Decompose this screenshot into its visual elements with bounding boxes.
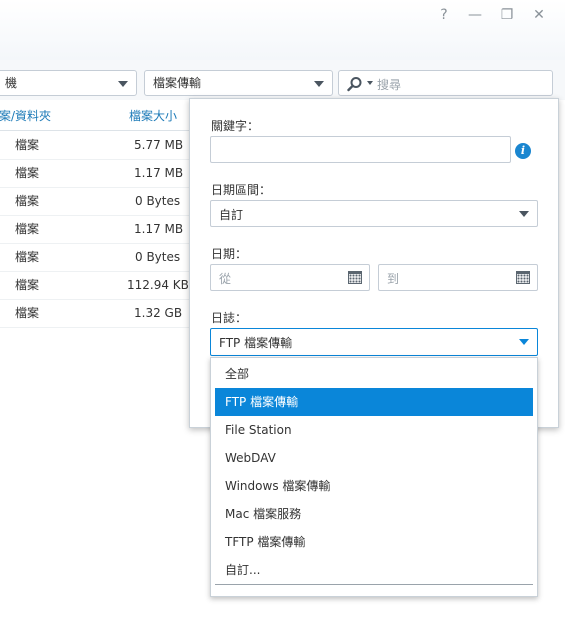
log-option[interactable]: TFTP 檔案傳輸: [215, 528, 533, 556]
minimize-icon[interactable]: —: [466, 6, 484, 24]
log-type-select[interactable]: FTP 檔案傳輸: [210, 328, 538, 356]
close-icon[interactable]: ✕: [530, 6, 548, 24]
row-size: 0 Bytes: [135, 194, 181, 208]
date-to-placeholder: 到: [387, 272, 400, 286]
host-filter-value: 機: [5, 76, 18, 90]
log-option-selected[interactable]: FTP 檔案傳輸: [215, 388, 533, 416]
row-type: 檔案: [15, 250, 40, 264]
search-input[interactable]: 搜尋: [338, 70, 553, 96]
log-option[interactable]: 全部: [215, 360, 533, 388]
date-range-select[interactable]: 自訂: [210, 200, 538, 227]
table-row[interactable]: 檔案 0 Bytes: [0, 243, 190, 272]
calendar-icon[interactable]: [516, 271, 530, 284]
restore-icon[interactable]: ❐: [498, 6, 516, 24]
row-type: 檔案: [15, 222, 40, 236]
row-type: 檔案: [15, 138, 40, 152]
date-range-value: 自訂: [219, 208, 244, 222]
table-row[interactable]: 檔案 5.77 MB: [0, 131, 190, 160]
date-range-label: 日期區間：: [211, 183, 272, 197]
row-size: 1.17 MB: [134, 222, 184, 236]
chevron-down-icon: [118, 81, 128, 87]
table-row[interactable]: 檔案 1.17 MB: [0, 159, 190, 188]
search-options-caret-icon[interactable]: [367, 81, 373, 85]
table-row[interactable]: 檔案 1.17 MB: [0, 215, 190, 244]
table-row[interactable]: 檔案 1.32 GB: [0, 299, 190, 328]
host-filter-select[interactable]: 機: [0, 70, 137, 96]
table-header: 案/資料夾 檔案大小: [0, 103, 190, 131]
row-size: 0 Bytes: [135, 250, 181, 264]
row-size: 1.17 MB: [134, 166, 184, 180]
help-icon[interactable]: ?: [435, 6, 453, 24]
chevron-down-icon: [314, 81, 324, 87]
date-from-input[interactable]: 從: [210, 264, 370, 291]
row-type: 檔案: [15, 306, 40, 320]
search-placeholder: 搜尋: [377, 78, 402, 92]
keyword-label: 關鍵字：: [211, 119, 260, 133]
keyword-input[interactable]: [210, 136, 511, 163]
row-size: 112.94 KB: [127, 278, 189, 292]
log-type-dropdown: 全部 FTP 檔案傳輸 File Station WebDAV Windows …: [210, 357, 538, 597]
log-option[interactable]: 自訂...: [215, 556, 533, 584]
log-option[interactable]: Windows 檔案傳輸: [215, 472, 533, 500]
log-option[interactable]: File Station: [215, 416, 533, 444]
log-label: 日誌：: [211, 311, 248, 325]
table-row[interactable]: 檔案 112.94 KB: [0, 271, 190, 300]
date-label: 日期：: [211, 247, 248, 261]
calendar-icon[interactable]: [348, 271, 362, 284]
row-type: 檔案: [15, 194, 40, 208]
column-header-size[interactable]: 檔案大小: [129, 103, 177, 130]
dropdown-divider: [215, 584, 533, 585]
date-to-input[interactable]: 到: [378, 264, 538, 291]
row-size: 5.77 MB: [134, 138, 184, 152]
chevron-down-icon: [519, 339, 529, 345]
date-from-placeholder: 從: [219, 272, 232, 286]
column-header-type[interactable]: 案/資料夾: [0, 103, 51, 130]
protocol-filter-select[interactable]: 檔案傳輸: [144, 70, 333, 96]
protocol-filter-value: 檔案傳輸: [153, 76, 202, 90]
info-icon[interactable]: i: [515, 143, 531, 159]
row-type: 檔案: [15, 278, 40, 292]
log-type-value: FTP 檔案傳輸: [219, 336, 293, 350]
search-icon[interactable]: [347, 76, 363, 92]
log-option[interactable]: Mac 檔案服務: [215, 500, 533, 528]
row-size: 1.32 GB: [134, 306, 183, 320]
window-titlebar: ? — ❐ ✕: [0, 0, 565, 60]
log-option[interactable]: WebDAV: [215, 444, 533, 472]
table-row[interactable]: 檔案 0 Bytes: [0, 187, 190, 216]
chevron-down-icon: [519, 211, 529, 217]
row-type: 檔案: [15, 166, 40, 180]
